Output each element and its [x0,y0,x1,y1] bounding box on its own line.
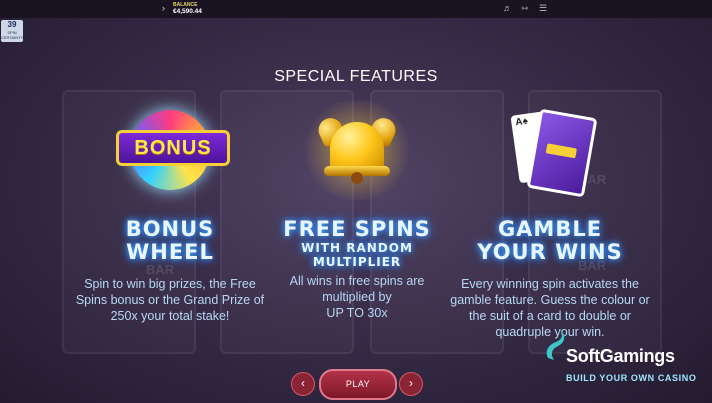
spin-certainty-badge[interactable]: 39 SPIN CERTAINTY [1,20,23,42]
feature-heading: YOUR WINS [477,240,623,264]
bonus-wheel-label: BONUS [134,137,212,159]
badge-text: SPIN CERTAINTY [1,30,24,40]
feature-heading: WHEEL [126,240,214,264]
bell-icon [297,100,417,200]
feature-free-spins: FREE SPINS WITH RANDOM MULTIPLIER All wi… [262,100,452,321]
feature-heading: FREE SPINS [283,217,431,241]
feature-heading: BONUS [125,217,215,241]
fullscreen-icon[interactable]: ⇿ [521,3,529,14]
menu-icon[interactable]: ☰ [539,3,547,14]
feature-heading: GAMBLE [497,217,603,241]
page-title: SPECIAL FEATURES [274,68,438,85]
chevron-right-icon: › [409,376,413,390]
badge-number: 39 [7,20,17,29]
feature-description: Spin to win big prizes, the Free Spins b… [75,277,265,323]
feature-subheading: MULTIPLIER [312,255,402,269]
previous-page-button[interactable]: ‹ [291,372,315,396]
chevron-right-icon[interactable]: › [162,3,165,13]
playing-cards-icon: A♠ [500,105,600,200]
watermark-tagline: BUILD YOUR OWN CASINO [566,373,697,383]
chevron-left-icon: ‹ [301,376,305,390]
top-bar: › BALANCE €4,590.44 ♬ ⇿ ☰ [0,0,712,18]
softgamings-logo-icon [546,330,565,360]
play-button[interactable]: PLAY [319,369,397,400]
feature-description-multiplier: UP TO 30x [326,306,388,320]
feature-bonus-wheel: BONUS BONUS WHEEL Spin to win big prizes… [75,100,265,324]
feature-subheading: WITH RANDOM [301,241,413,255]
feature-gamble: A♠ GAMBLE YOUR WINS Every winning spin a… [450,100,650,340]
bonus-wheel-icon: BONUS [116,100,230,200]
next-page-button[interactable]: › [399,372,423,396]
feature-description: All wins in free spins are multiplied by [289,274,425,304]
balance-value: €4,590.44 [173,8,202,15]
sound-icon[interactable]: ♬ [503,3,512,13]
watermark-name: SoftGamings [566,346,675,366]
softgamings-watermark: SoftGamings BUILD YOUR OWN CASINO [544,322,710,392]
